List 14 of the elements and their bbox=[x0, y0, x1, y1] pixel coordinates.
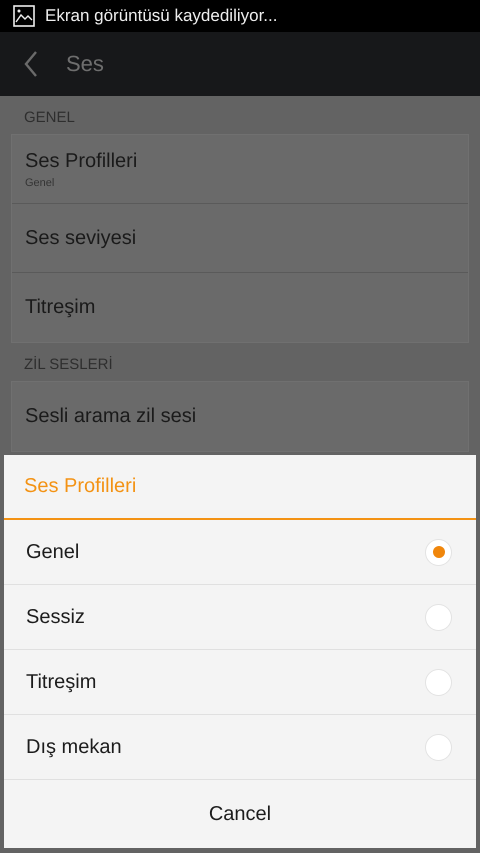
radio-button[interactable] bbox=[425, 604, 452, 630]
back-icon bbox=[24, 51, 38, 77]
profile-option[interactable]: Sessiz bbox=[4, 585, 476, 650]
notification-text: Ekran görüntüsü kaydediliyor... bbox=[45, 6, 278, 26]
radio-button[interactable] bbox=[425, 734, 452, 760]
radio-button[interactable] bbox=[425, 668, 452, 696]
image-icon bbox=[13, 5, 35, 27]
profile-option[interactable]: Dış mekan bbox=[4, 715, 476, 780]
dialog-title: Ses Profilleri bbox=[4, 455, 476, 520]
profile-option[interactable]: Titreşim bbox=[4, 650, 476, 715]
profile-option[interactable]: Genel bbox=[4, 520, 476, 585]
radio-button[interactable] bbox=[425, 538, 452, 566]
cancel-button[interactable]: Cancel bbox=[4, 780, 476, 848]
screen-title: Ses bbox=[66, 51, 104, 77]
